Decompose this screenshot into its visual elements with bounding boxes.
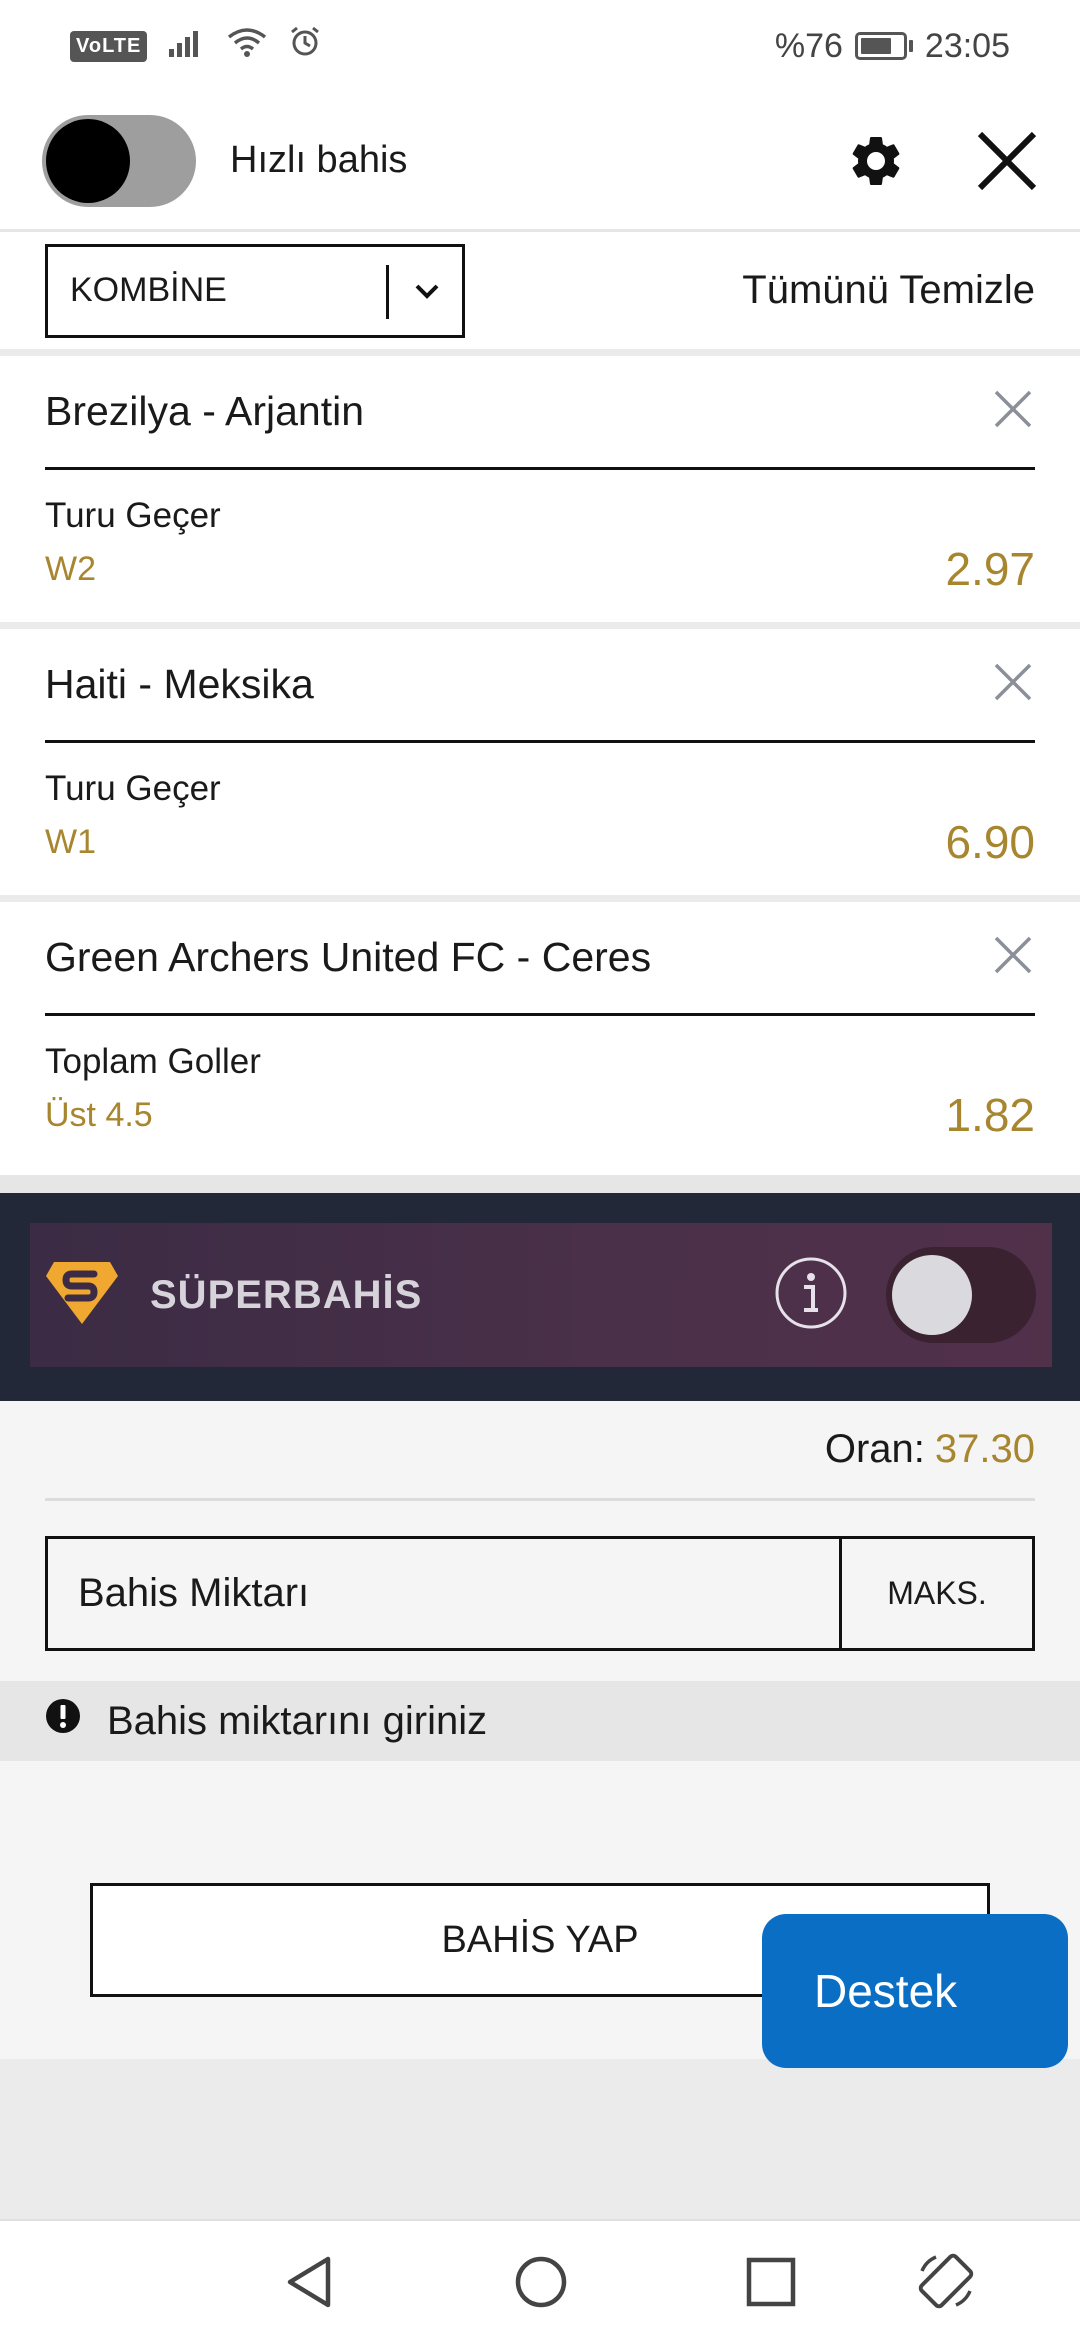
stake-warning: Bahis miktarını giriniz [0,1681,1080,1761]
recents-icon[interactable] [746,2255,796,2314]
remove-selection-icon[interactable] [993,389,1033,434]
selection-match: Brezilya - Arjantin [45,388,365,434]
superbahis-label: SÜPERBAHİS [150,1272,423,1317]
support-button[interactable]: Destek [762,1914,1068,2068]
stake-warning-text: Bahis miktarını giriniz [107,1698,488,1743]
clock: 23:05 [924,26,1010,65]
info-icon[interactable] [774,1256,848,1335]
rotate-screen-icon[interactable] [914,2249,978,2318]
home-icon[interactable] [514,2255,568,2314]
total-odds-row: Oran: 37.30 [45,1401,1035,1501]
wifi-icon [227,27,267,66]
selection-item: Haiti - Meksika Turu Geçer W1 6.90 [0,629,1080,902]
alarm-icon [289,26,321,67]
status-bar: VoLTE %76 23:05 [0,0,1080,92]
back-icon[interactable] [284,2255,334,2314]
selection-odd: 2.97 [945,543,1035,595]
superbahis-toggle[interactable] [886,1247,1036,1343]
selection-pick: W1 [45,823,96,861]
remove-selection-icon[interactable] [993,662,1033,707]
superbahis-toggle-knob [892,1255,972,1335]
selection-market: Turu Geçer [45,496,221,535]
selection-pick: W2 [45,550,96,588]
total-odds-value: 37.30 [934,1427,1035,1471]
quick-bet-label: Hızlı bahis [230,139,408,181]
stake-input-group: MAKS. [45,1536,1035,1651]
betslip-header: Hızlı bahis [0,92,1080,232]
signal-icon [169,27,205,66]
bet-type-select[interactable]: KOMBİNE [45,243,465,338]
select-divider [386,264,389,319]
selection-item: Green Archers United FC - Ceres Toplam G… [0,902,1080,1168]
max-stake-button[interactable]: MAKS. [839,1539,1032,1648]
gear-icon[interactable] [846,131,906,191]
selection-pick: Üst 4.5 [45,1096,153,1134]
selection-list: Brezilya - Arjantin Turu Geçer W2 2.97 H… [0,356,1080,1168]
selection-odd: 6.90 [945,816,1035,868]
battery-icon [854,32,913,60]
selection-market: Toplam Goller [45,1042,261,1081]
superbahis-section: SÜPERBAHİS [0,1193,1080,1401]
superbahis-logo-icon [44,1260,120,1331]
alert-icon [45,1698,81,1744]
section-divider [0,1175,1080,1193]
superbahis-banner: SÜPERBAHİS [30,1223,1052,1367]
bet-type-row: KOMBİNE Tümünü Temizle [0,232,1080,356]
selection-match: Green Archers United FC - Ceres [45,934,652,980]
remove-selection-icon[interactable] [993,935,1033,980]
bet-type-selected: KOMBİNE [70,271,227,309]
selection-match: Haiti - Meksika [45,661,314,707]
quick-bet-toggle-knob [46,118,130,203]
selection-odd: 1.82 [945,1089,1035,1141]
quick-bet-toggle[interactable] [42,114,196,207]
total-odds-label: Oran: [824,1427,925,1471]
clear-all-button[interactable]: Tümünü Temizle [742,268,1035,313]
volte-indicator: VoLTE [70,30,148,62]
battery-percent: %76 [774,26,843,65]
close-icon[interactable] [976,130,1038,192]
selection-item: Brezilya - Arjantin Turu Geçer W2 2.97 [0,356,1080,629]
stake-amount-input[interactable] [48,1539,839,1648]
chevron-down-icon [414,273,440,322]
bottom-spacer [0,2059,1080,2219]
system-nav-bar [0,2219,1080,2340]
selection-market: Turu Geçer [45,769,221,808]
